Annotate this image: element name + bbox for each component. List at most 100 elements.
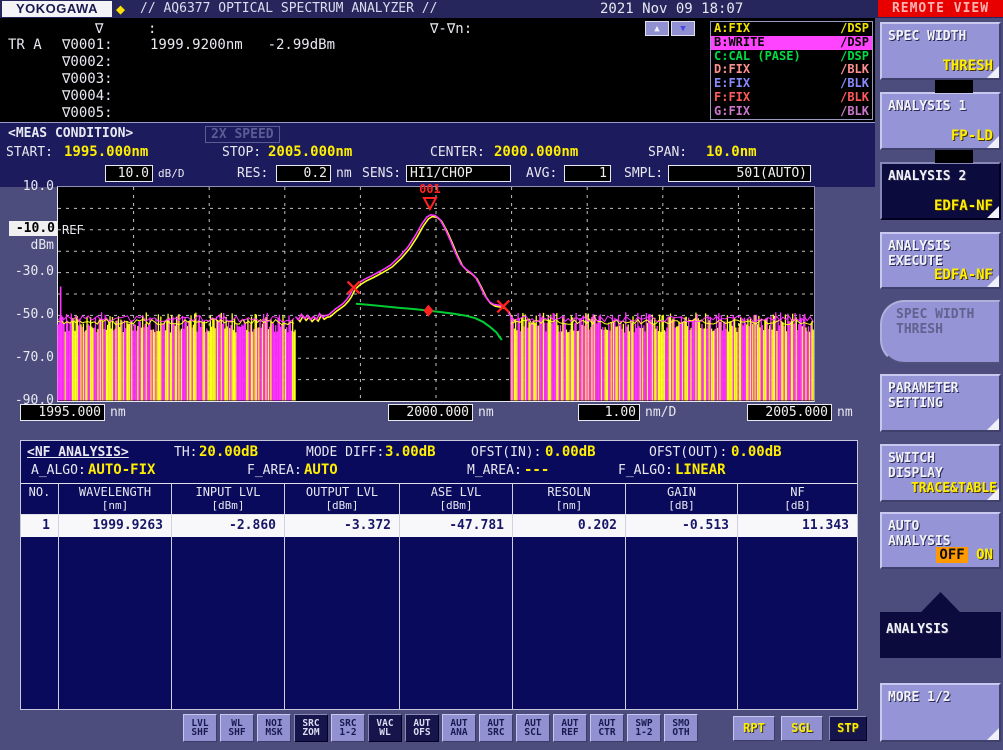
table-empty-row [21,647,857,669]
toolbar-button-noi-msk[interactable]: NOIMSK [257,714,291,742]
trace-mode: /BLK [840,77,869,91]
trace-row-g[interactable]: G:FIX/BLK [711,105,872,119]
softkey-value: FP-LD [951,128,993,144]
marker-row-id: ∇0001: [62,37,113,53]
x-center-box: 2000.000 [388,404,473,421]
softkey-analysis-1[interactable]: ANALYSIS 1 FP-LD [880,92,1001,150]
toolbar-button-vac-wl[interactable]: VACWL [368,714,402,742]
trace-row-a[interactable]: A:FIX/DSP [711,22,872,36]
softkey-label: DISPLAY [888,466,993,481]
toolbar-button-src-zom[interactable]: SRCZOM [294,714,328,742]
marker-row-id: ∇0004: [62,88,113,104]
toolbar-button-smo-oth[interactable]: SMOOTH [664,714,698,742]
softkey-label: THRESH [896,322,993,337]
softkey-label: SETTING [888,396,993,411]
trace-row-f[interactable]: F:FIX/BLK [711,91,872,105]
toolbar-button-wl-shf[interactable]: WLSHF [220,714,254,742]
trace-name: C:CAL (PASE) [714,50,801,64]
title-bar: YOKOGAWA ◆ // AQ6377 OPTICAL SPECTRUM AN… [0,0,1003,18]
marker-row-id: ∇0003: [62,71,113,87]
toolbar-button-aut-src[interactable]: AUTSRC [479,714,513,742]
softkey-value: THRESH [942,58,993,74]
table-empty-row [21,691,857,710]
function-toolbar: LVLSHFWLSHFNOIMSKSRCZOMSRC1-2VACWLAUTOFS… [183,714,698,742]
softkey-sidebar: SPEC WIDTHTHRESHANALYSIS 1FP-LDANALYSIS … [878,0,1003,750]
ref-level-box: -10.0 [9,221,57,236]
toolbar-button-aut-ref[interactable]: AUTREF [553,714,587,742]
marker-delta-label: ∇-∇n: [430,21,472,37]
softkey-auto-analysis[interactable]: AUTOANALYSISOFF ON [880,512,1001,569]
sweep-button-sgl[interactable]: SGL [781,716,823,741]
table-header-cell: GAIN[dB] [626,484,738,514]
toolbar-button-aut-ctr[interactable]: AUTCTR [590,714,624,742]
start-value: 1995.000nm [64,144,148,160]
yokogawa-logo: YOKOGAWA [2,1,112,17]
a-algo-label: A_ALGO: [31,463,86,478]
nf-results-table: NO.WAVELENGTH[nm]INPUT LVL[dBm]OUTPUT LV… [21,483,857,710]
x-start-box: 1995.000 [20,404,105,421]
y-label-70: -70.0 [8,350,54,365]
res-value-box: 0.2 [276,165,331,182]
spectrum-plot[interactable]: REF001 [57,186,815,402]
toolbar-button-aut-ofs[interactable]: AUTOFS [405,714,439,742]
toolbar-button-src-1-2[interactable]: SRC1-2 [331,714,365,742]
table-empty-row [21,537,857,559]
table-header-cell: RESOLN[nm] [513,484,626,514]
softkey-parameter-setting[interactable]: PARAMETERSETTING [880,374,1001,432]
softkey-label: ANALYSIS 2 [888,169,993,184]
page-title: // AQ6377 OPTICAL SPECTRUM ANALYZER // [140,0,437,18]
ofst-in-label: OFST(IN): [471,445,541,460]
toolbar-button-aut-scl[interactable]: AUTSCL [516,714,550,742]
softkey-switch-display[interactable]: SWITCHDISPLAYTRACE&TABLE [880,444,1001,502]
softkey-analysis-2[interactable]: ANALYSIS 2EDFA-NF [880,162,1001,220]
marker-up-button[interactable]: ▲ [645,21,669,36]
toolbar-button-swp-1-2[interactable]: SWP1-2 [627,714,661,742]
softkey-analysis-execute[interactable]: ANALYSISEXECUTEEDFA-NF [880,232,1001,289]
table-empty-row [21,559,857,581]
trace-mode: /BLK [840,105,869,119]
trace-mode: /DSP [840,22,869,36]
trace-status-box: A:FIX/DSPB:WRITE/DSPC:CAL (PASE)/DSPD:FI… [710,21,873,120]
marker-caret: ∇ [95,21,103,37]
nf-title: <NF ANALYSIS> [27,445,129,460]
diamond-icon: ◆ [116,0,125,18]
trace-name: F:FIX [714,91,750,105]
table-cell: -2.860 [172,515,285,537]
softkey-more[interactable]: MORE 1/2 [880,683,1001,742]
trace-name: G:FIX [714,105,750,119]
sweep-button-stp[interactable]: STP [829,716,867,741]
stop-label: STOP: [222,145,261,160]
softkey-label: SWITCH [888,451,993,466]
res-label: RES: [237,166,268,181]
toolbar-button-aut-ana[interactable]: AUTANA [442,714,476,742]
softkey-spec-width[interactable]: SPEC WIDTHTHRESH [880,22,1001,80]
trace-row-e[interactable]: E:FIX/BLK [711,77,872,91]
trace-row-d[interactable]: D:FIX/BLK [711,63,872,77]
table-header-row: NO.WAVELENGTH[nm]INPUT LVL[dBm]OUTPUT LV… [21,483,857,515]
meas-condition-title: <MEAS CONDITION> [8,126,133,141]
x-stop-unit: nm [837,404,853,421]
sweep-button-rpt[interactable]: RPT [733,716,775,741]
a-algo-value: AUTO-FIX [88,462,155,478]
table-empty-row [21,603,857,625]
trace-row-b[interactable]: B:WRITE/DSP [711,36,872,50]
marker-colon: : [148,21,156,37]
marker-down-button[interactable]: ▼ [671,21,695,36]
trace-row-c[interactable]: C:CAL (PASE)/DSP [711,50,872,64]
softkey-value: EDFA-NF [934,267,993,283]
span-label: SPAN: [648,145,687,160]
y-label-top: 10.0 [8,179,54,194]
mode-diff-value: 3.00dB [385,444,436,460]
x-scale-unit: nm/D [645,404,676,421]
table-row[interactable]: 11999.9263-2.860-3.372-47.7810.202-0.513… [21,515,857,537]
level-scale-box: 10.0 [105,165,153,182]
f-area-value: AUTO [304,462,338,478]
trace-name: B:WRITE [714,36,765,50]
softkey-label: ANALYSIS 1 [888,99,993,114]
toolbar-button-lvl-shf[interactable]: LVLSHF [183,714,217,742]
table-header-cell: OUTPUT LVL[dBm] [285,484,400,514]
sens-value-box: HI1/CHOP [406,165,511,182]
x-stop-box: 2005.000 [747,404,832,421]
stop-value: 2005.000nm [268,144,352,160]
svg-text:REF: REF [62,223,84,237]
